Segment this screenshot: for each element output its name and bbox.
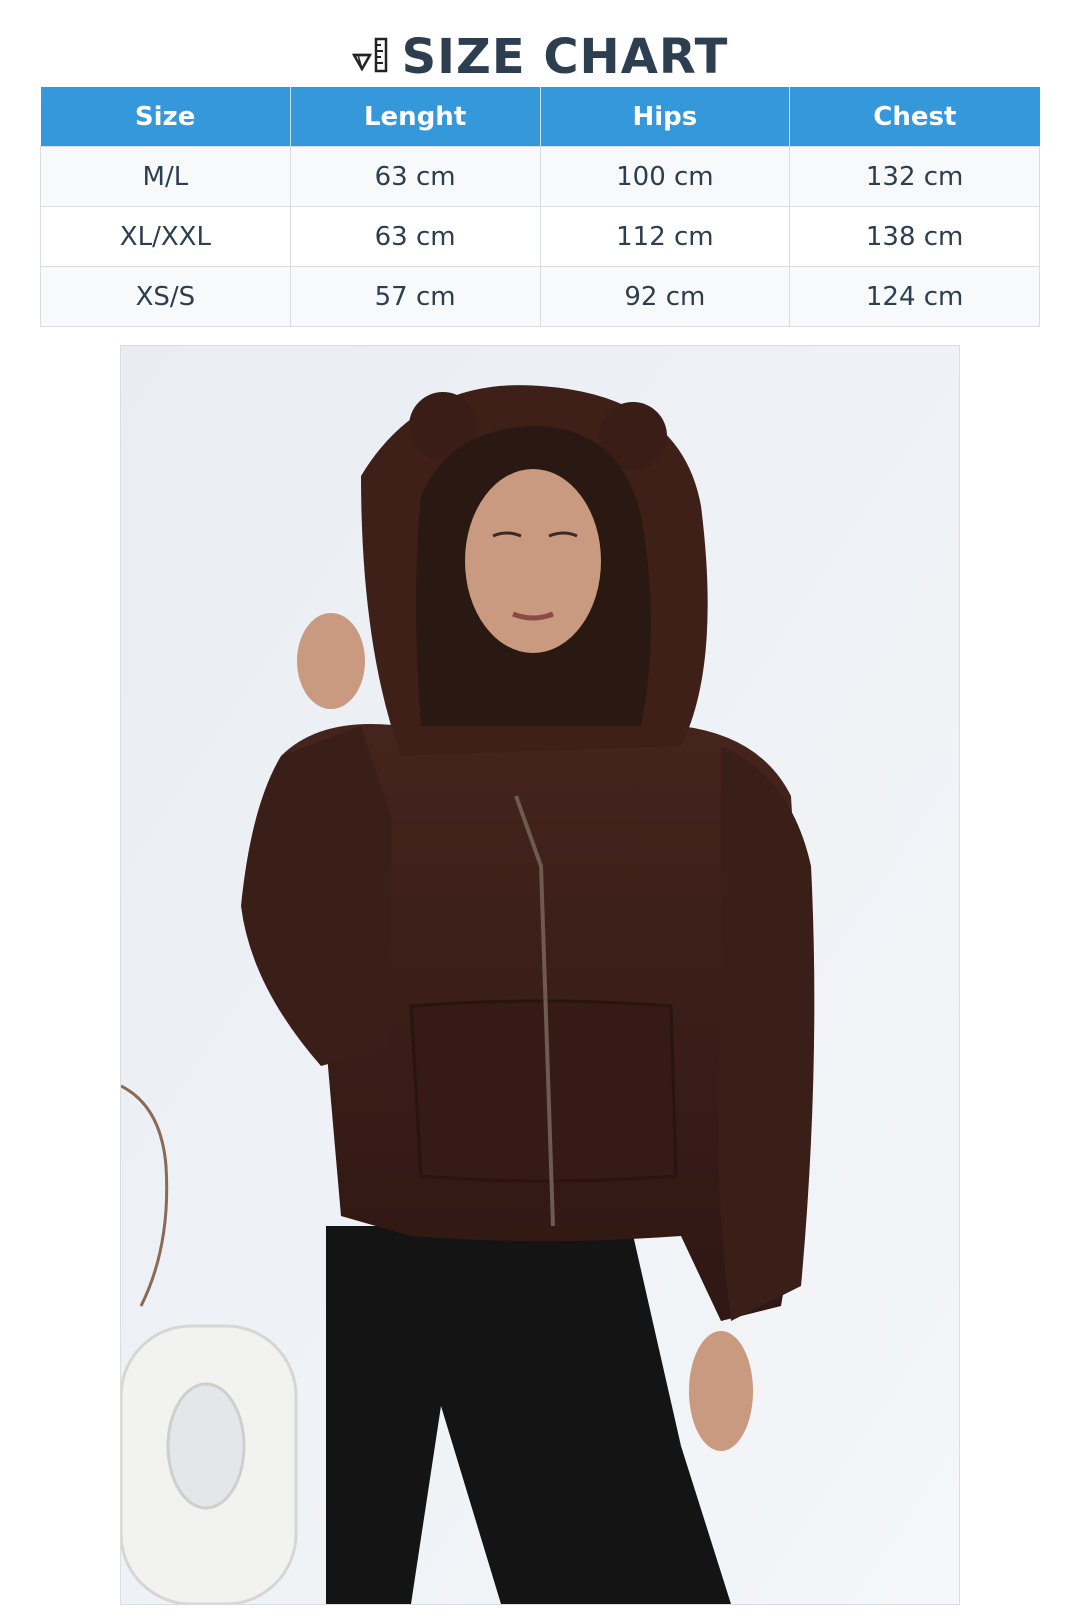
hips-cell: 100 cm xyxy=(539,146,791,207)
column-header-chest: Chest xyxy=(789,87,1040,147)
table-row: M/L 63 cm 100 cm 132 cm xyxy=(40,146,1040,207)
size-chart-header: SIZE CHART xyxy=(0,26,1080,88)
table-header-row: Size Lenght Hips Chest xyxy=(40,87,1040,147)
column-header-length: Lenght xyxy=(290,87,541,147)
column-header-hips: Hips xyxy=(540,87,791,147)
chest-cell: 138 cm xyxy=(789,206,1040,267)
size-table: Size Lenght Hips Chest M/L 63 cm 100 cm … xyxy=(40,87,1040,327)
length-cell: 63 cm xyxy=(289,206,541,267)
size-cell: XL/XXL xyxy=(40,206,291,267)
length-cell: 63 cm xyxy=(289,146,541,207)
hips-cell: 112 cm xyxy=(539,206,791,267)
model-head xyxy=(416,426,651,726)
ruler-diamond-icon xyxy=(351,37,387,73)
product-photo xyxy=(120,345,960,1605)
size-cell: M/L xyxy=(40,146,291,207)
table-row: XS/S 57 cm 92 cm 124 cm xyxy=(40,266,1040,327)
length-cell: 57 cm xyxy=(289,266,541,327)
page-title: SIZE CHART xyxy=(401,29,729,85)
chest-cell: 132 cm xyxy=(789,146,1040,207)
column-header-size: Size xyxy=(40,87,291,147)
product-photo-illustration xyxy=(121,346,959,1604)
size-cell: XS/S xyxy=(40,266,291,327)
table-row: XL/XXL 63 cm 112 cm 138 cm xyxy=(40,206,1040,267)
hips-cell: 92 cm xyxy=(539,266,791,327)
chest-cell: 124 cm xyxy=(789,266,1040,327)
